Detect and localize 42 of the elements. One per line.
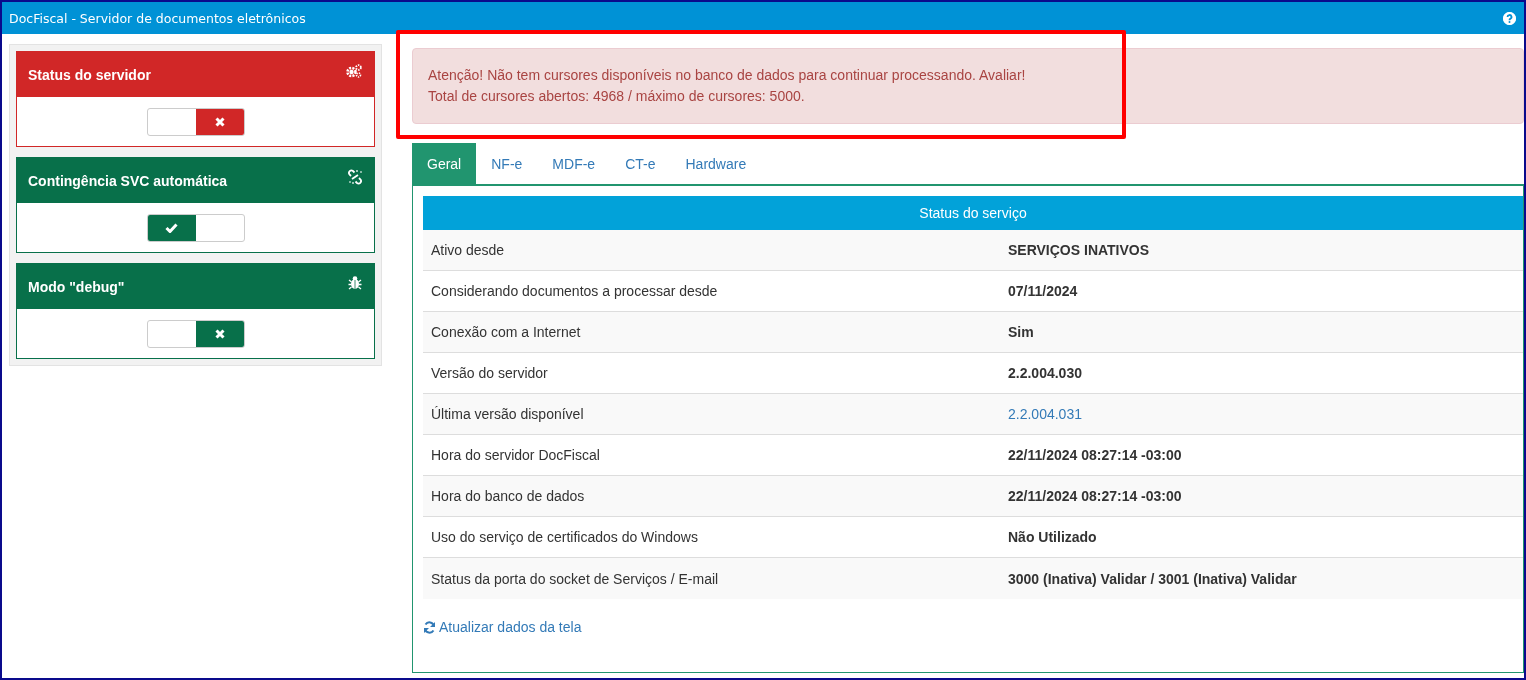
toggle-switch[interactable]: [146, 213, 245, 242]
row-value: 2.2.004.030: [1007, 365, 1083, 381]
row-value: 22/11/2024 08:27:14 -03:00: [1007, 447, 1183, 463]
refresh-link[interactable]: Atualizar dados da tela: [423, 619, 582, 635]
help-icon[interactable]: [1503, 11, 1516, 25]
tab[interactable]: Geral: [412, 143, 477, 184]
row-label: Conexão com a Internet: [430, 324, 582, 340]
broken-link-icon: [348, 168, 362, 185]
check-icon: [165, 222, 178, 233]
panel-title: Modo "debug": [28, 278, 125, 295]
row-label: Hora do banco de dados: [430, 488, 586, 504]
panel-title: Contingência SVC automática: [28, 172, 228, 189]
alert-text: Total de cursores abertos: 4968 / máximo de cursores: 5000.: [428, 87, 806, 106]
row-label: Uso do serviço de certificados do Windows: [430, 529, 699, 545]
toggle-switch[interactable]: [146, 319, 245, 348]
close-icon: [214, 116, 225, 127]
alert-text: Atenção! Não tem cursores disponíveis no banco de dados para continuar processando. Avaliar!: [428, 66, 1027, 85]
row-label: Considerando documentos a processar desde: [430, 283, 719, 299]
bug-icon: [348, 275, 362, 290]
row-value: 3000 (Inativa) Validar / 3001 (Inativa) Validar: [1007, 570, 1298, 587]
version-link[interactable]: 2.2.004.031: [1000, 406, 1523, 422]
refresh-icon: [423, 620, 436, 634]
row-value: Sim: [1007, 324, 1035, 340]
tab[interactable]: CT-e: [610, 143, 671, 184]
row-value: SERVIÇOS INATIVOS: [1007, 242, 1151, 258]
table-header: Status do serviço: [423, 196, 1523, 230]
row-value: 22/11/2024 08:27:14 -03:00: [1007, 488, 1183, 504]
toggle-switch[interactable]: [146, 107, 245, 136]
tab[interactable]: MDF-e: [537, 143, 611, 184]
tab[interactable]: Hardware: [670, 143, 762, 184]
row-label: Ativo desde: [430, 242, 506, 258]
row-value: Não Utilizado: [1007, 529, 1098, 545]
tab[interactable]: NF-e: [476, 143, 538, 184]
row-label: Hora do servidor DocFiscal: [430, 447, 601, 463]
row-label: Status da porta do socket de Serviços / E-mail: [430, 570, 720, 587]
row-label: Versão do servidor: [430, 365, 549, 381]
row-value: 07/11/2024: [1007, 283, 1079, 299]
window-title: DocFiscal - Servidor de documentos eletrônicos: [9, 10, 306, 26]
close-icon: [214, 328, 225, 339]
row-label: Última versão disponível: [430, 406, 585, 422]
panel-title: Status do servidor: [28, 66, 151, 83]
gears-icon: [346, 63, 362, 78]
